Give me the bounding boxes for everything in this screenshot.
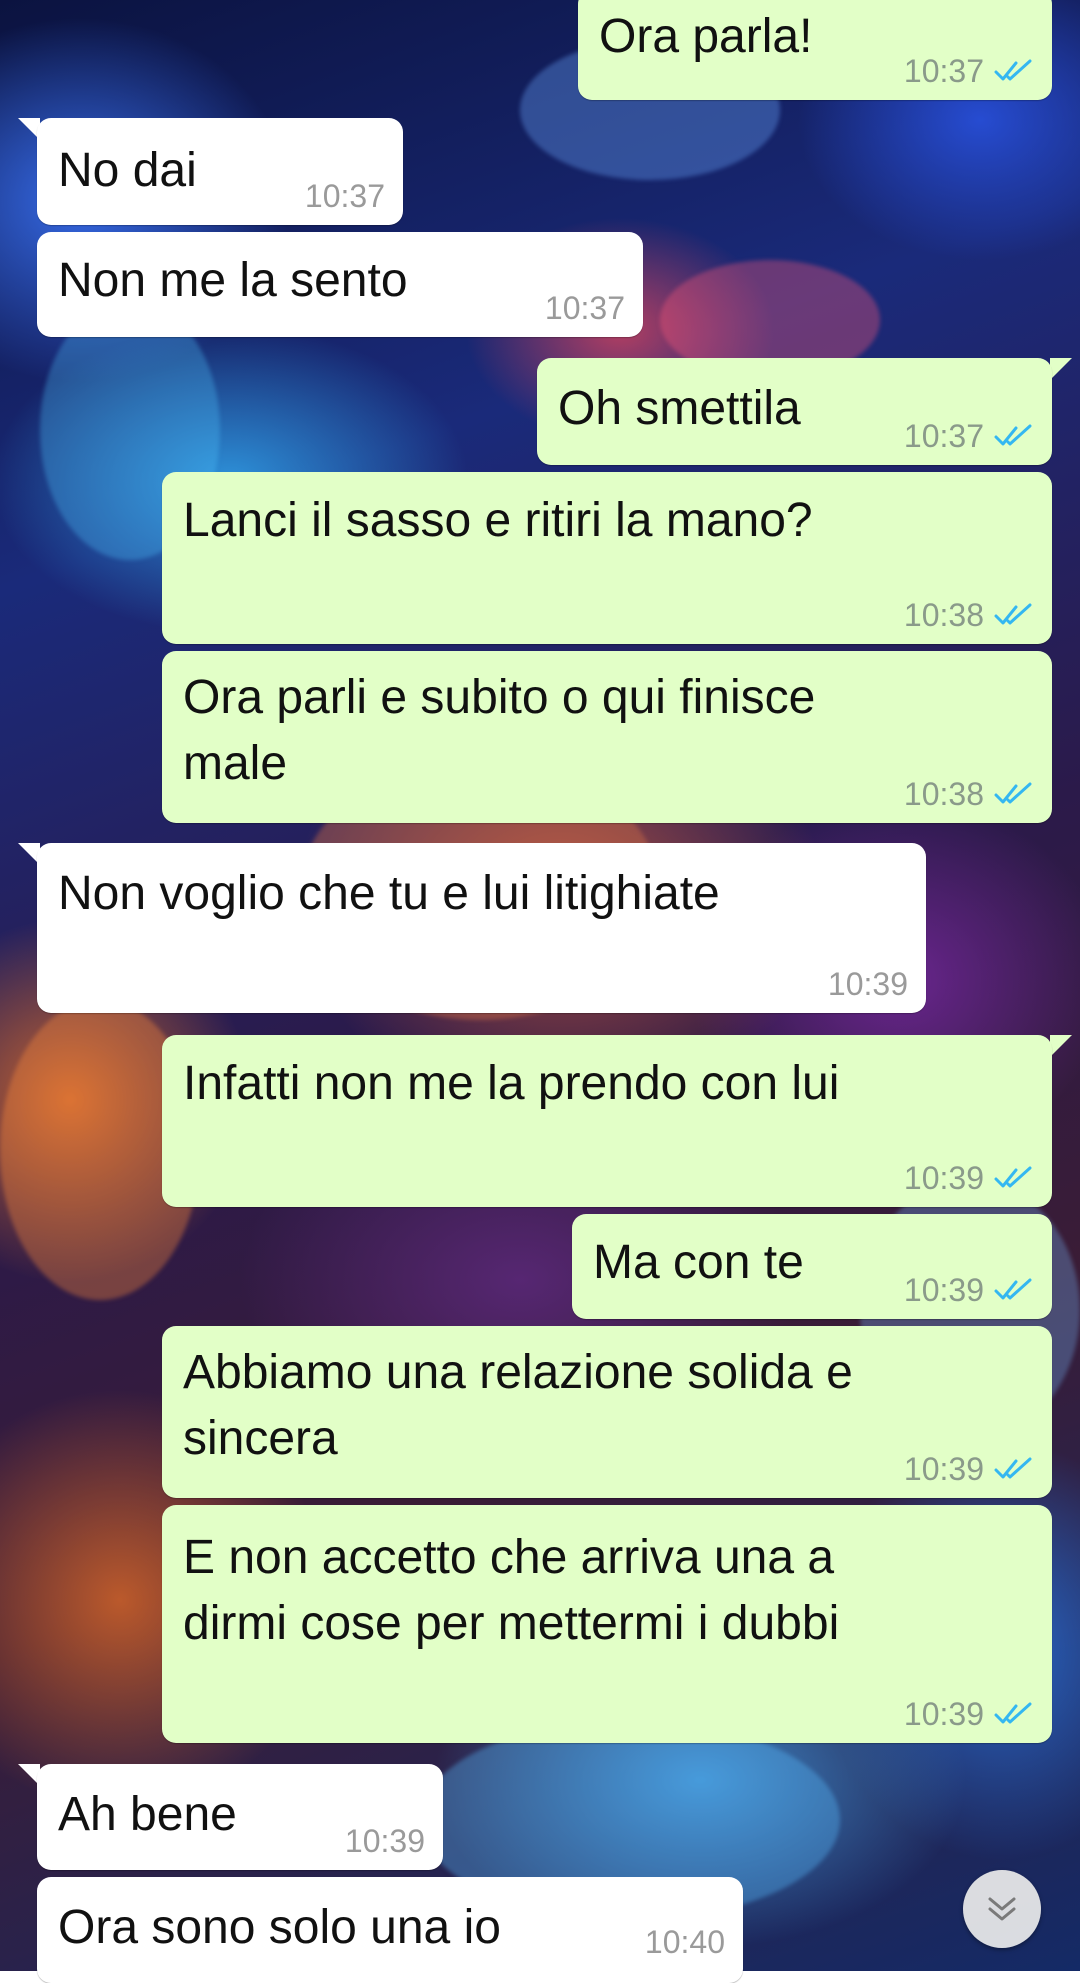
message-bubble-outgoing[interactable]: Infatti non me la prendo con lui 10:39	[162, 1035, 1052, 1207]
message-meta: 10:39	[345, 1822, 425, 1860]
message-time: 10:39	[344, 1823, 425, 1859]
message-text: Ora parla!	[599, 10, 813, 63]
message-bubble-outgoing[interactable]: Abbiamo una relazione solida e sincera 1…	[162, 1326, 1052, 1498]
message-text: Ah bene	[58, 1788, 237, 1841]
message-text: Non me la sento	[58, 254, 408, 307]
message-bubble-outgoing[interactable]: Oh smettila 10:37	[537, 358, 1052, 465]
double-chevron-down-icon	[988, 1897, 1016, 1921]
message-bubble-outgoing[interactable]: E non accetto che arriva una a dirmi cos…	[162, 1505, 1052, 1743]
message-bubble-incoming[interactable]: Ah bene 10:39	[37, 1764, 443, 1870]
message-text: Ora sono solo una io	[58, 1901, 501, 1954]
message-text: No dai	[58, 144, 197, 197]
message-time: 10:37	[903, 418, 984, 454]
message-time: 10:39	[903, 1696, 984, 1732]
message-bubble-incoming[interactable]: No dai 10:37	[37, 118, 403, 225]
message-text-line2: dirmi cose per mettermi i dubbi	[183, 1597, 840, 1650]
message-meta: 10:37	[904, 417, 1034, 455]
message-bubble-outgoing[interactable]: Ora parla! 10:37	[578, 0, 1052, 100]
message-text-line2: sincera	[183, 1412, 338, 1465]
double-check-icon	[994, 59, 1032, 81]
message-text: Oh smettila	[558, 382, 801, 435]
message-bubble-outgoing[interactable]: Ma con te 10:39	[572, 1214, 1052, 1319]
message-text: Non voglio che tu e lui litighiate	[58, 867, 720, 920]
double-check-icon	[994, 1166, 1032, 1188]
message-meta: 10:39	[828, 965, 908, 1003]
bubble-tail	[1050, 1035, 1072, 1057]
message-time: 10:38	[903, 776, 984, 812]
message-meta: 10:39	[904, 1695, 1034, 1733]
message-text: Ora parli e subito o qui finisce	[183, 671, 816, 724]
message-text-line2: male	[183, 737, 288, 790]
message-meta: 10:37	[904, 52, 1034, 90]
double-check-icon	[994, 1457, 1032, 1479]
message-time: 10:40	[644, 1924, 725, 1960]
message-meta: 10:38	[904, 775, 1034, 813]
message-text: Lanci il sasso e ritiri la mano?	[183, 494, 813, 547]
message-text: Infatti non me la prendo con lui	[183, 1057, 840, 1110]
message-meta: 10:37	[305, 177, 385, 215]
message-time: 10:39	[903, 1272, 984, 1308]
message-meta: 10:39	[904, 1450, 1034, 1488]
message-time: 10:37	[544, 290, 625, 326]
double-check-icon	[994, 1702, 1032, 1724]
message-bubble-outgoing[interactable]: Lanci il sasso e ritiri la mano? 10:38	[162, 472, 1052, 644]
scroll-to-bottom-button[interactable]	[963, 1870, 1041, 1948]
double-check-icon	[994, 1278, 1032, 1300]
message-bubble-incoming[interactable]: Ora sono solo una io 10:40	[37, 1877, 743, 1983]
message-meta: 10:40	[645, 1923, 725, 1961]
message-text: Ma con te	[593, 1236, 804, 1289]
message-time: 10:37	[304, 178, 385, 214]
message-time: 10:37	[903, 53, 984, 89]
double-check-icon	[994, 603, 1032, 625]
message-time: 10:39	[903, 1451, 984, 1487]
message-bubble-incoming[interactable]: Non voglio che tu e lui litighiate 10:39	[37, 843, 926, 1013]
message-time: 10:38	[903, 597, 984, 633]
message-meta: 10:38	[904, 596, 1034, 634]
message-text: Abbiamo una relazione solida e	[183, 1346, 853, 1399]
double-check-icon	[994, 424, 1032, 446]
message-time: 10:39	[903, 1160, 984, 1196]
message-meta: 10:39	[904, 1271, 1034, 1309]
double-check-icon	[994, 782, 1032, 804]
message-bubble-outgoing[interactable]: Ora parli e subito o qui finisce male 10…	[162, 651, 1052, 823]
message-bubble-incoming[interactable]: Non me la sento 10:37	[37, 232, 643, 337]
message-meta: 10:37	[545, 289, 625, 327]
message-time: 10:39	[827, 966, 908, 1002]
message-text: E non accetto che arriva una a	[183, 1531, 835, 1584]
message-meta: 10:39	[904, 1159, 1034, 1197]
bubble-tail	[1050, 358, 1072, 380]
